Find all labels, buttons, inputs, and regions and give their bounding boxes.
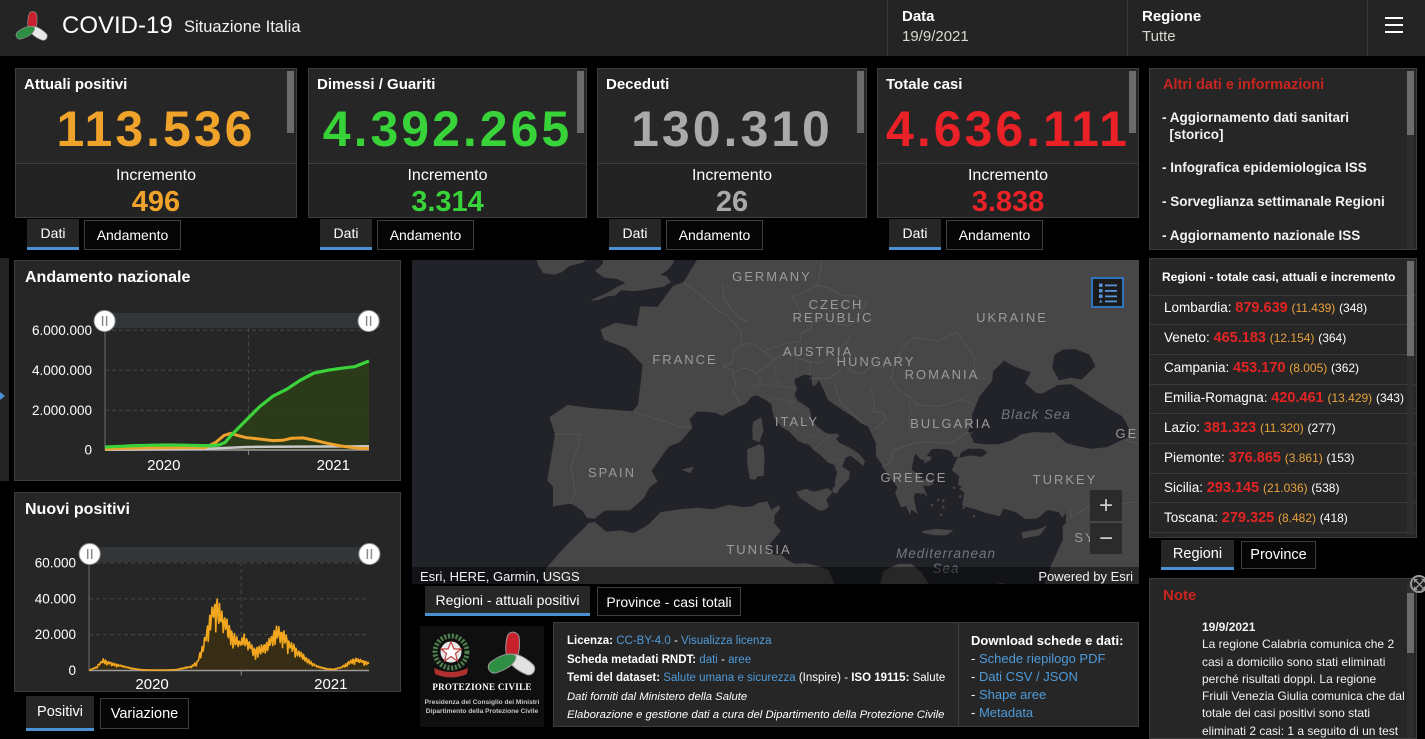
svg-text:2020: 2020 — [147, 457, 180, 474]
svg-text:Mediterranean: Mediterranean — [896, 546, 996, 561]
svg-text:GEO: GEO — [1116, 426, 1139, 441]
svg-text:SPAIN: SPAIN — [588, 465, 636, 480]
svg-text:2021: 2021 — [317, 457, 350, 474]
svg-text:ITALY: ITALY — [775, 414, 819, 429]
svg-text:TUNISIA: TUNISIA — [726, 542, 791, 557]
svg-text:0: 0 — [84, 443, 92, 458]
svg-text:HUNGARY: HUNGARY — [837, 354, 916, 369]
svg-text:ROMANIA: ROMANIA — [905, 367, 980, 382]
svg-text:GREECE: GREECE — [881, 470, 948, 485]
svg-text:FRANCE: FRANCE — [652, 352, 717, 367]
svg-text:20.000: 20.000 — [35, 627, 76, 642]
svg-text:6.000.000: 6.000.000 — [32, 323, 92, 338]
svg-text:BULGARIA: BULGARIA — [910, 416, 992, 431]
svg-text:60.000: 60.000 — [35, 556, 76, 571]
svg-text:4.000.000: 4.000.000 — [32, 363, 92, 378]
svg-text:2.000.000: 2.000.000 — [32, 403, 92, 418]
svg-text:GERMANY: GERMANY — [732, 269, 812, 284]
svg-text:UKRAINE: UKRAINE — [976, 310, 1048, 325]
svg-text:40.000: 40.000 — [35, 591, 76, 606]
svg-text:REPUBLIC: REPUBLIC — [792, 310, 873, 325]
svg-text:0: 0 — [68, 663, 76, 678]
svg-text:Black Sea: Black Sea — [1001, 407, 1071, 422]
svg-text:TURKEY: TURKEY — [1033, 472, 1098, 487]
svg-text:2020: 2020 — [135, 676, 168, 691]
svg-text:2021: 2021 — [314, 676, 347, 691]
